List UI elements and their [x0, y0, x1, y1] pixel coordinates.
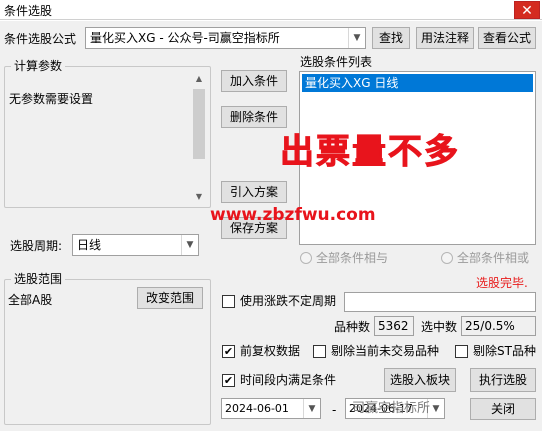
fq-label: 前复权数据 [240, 344, 301, 358]
range-group: 选股范围 全部A股 改变范围 [4, 272, 211, 425]
promo-headline: 出票量不多 [280, 132, 460, 173]
limit-period-label: 使用涨跌不定周期 [240, 294, 337, 308]
period-combobox[interactable]: 日线 ▼ [72, 234, 199, 256]
limit-period-checkbox[interactable] [222, 295, 235, 308]
formula-label: 条件选股公式 [4, 32, 77, 46]
params-legend: 计算参数 [11, 59, 66, 73]
exclude-untraded-label: 剔除当前未交易品种 [331, 344, 440, 358]
selected-value: 25/0.5% [465, 319, 515, 333]
range-value: 全部A股 [8, 293, 53, 307]
status-text: 选股完毕. [476, 276, 528, 290]
selected-label: 选中数 [421, 320, 458, 334]
scroll-up-icon[interactable]: ▲ [191, 71, 207, 87]
find-button[interactable]: 查找 [372, 27, 410, 49]
condition-list-title: 选股条件列表 [300, 55, 373, 69]
range-legend: 选股范围 [11, 272, 66, 286]
radio-or-label: 全部条件相或 [457, 251, 530, 265]
dialog-body: 条件选股公式 量化买入XG - 公众号-司赢空指标所 ▼ 查找 用法注释 查看公… [0, 21, 542, 431]
fq-checkbox[interactable]: ✔ [222, 345, 235, 358]
params-group: 计算参数 无参数需要设置 ▲ ▼ [4, 59, 211, 208]
promo-url: www.zbzfwu.com [210, 205, 376, 225]
time-range-checkbox[interactable]: ✔ [222, 374, 235, 387]
start-date-picker[interactable]: 2024-06-01 ▼ [221, 398, 321, 419]
radio-and-label: 全部条件相与 [316, 251, 389, 265]
calendar-dropdown-icon[interactable]: ▼ [303, 399, 320, 418]
date-separator: - [332, 403, 337, 417]
scroll-thumb[interactable] [193, 89, 205, 159]
watermark-text: 司赢空指标所 [352, 401, 431, 416]
exclude-st-label: 剔除ST品种 [473, 344, 536, 358]
run-selection-button[interactable]: 执行选股 [470, 368, 536, 392]
change-range-button[interactable]: 改变范围 [137, 287, 203, 309]
import-scheme-button[interactable]: 引入方案 [221, 181, 287, 203]
params-scrollbar[interactable]: ▲ ▼ [191, 71, 207, 205]
chevron-down-icon[interactable]: ▼ [181, 235, 198, 255]
list-item[interactable]: 量化买入XG 日线 [302, 74, 533, 92]
exclude-st-checkbox[interactable] [455, 345, 468, 358]
exclude-untraded-checkbox[interactable] [313, 345, 326, 358]
start-date-value: 2024-06-01 [225, 402, 289, 415]
varieties-value: 5362 [378, 319, 409, 333]
varieties-label: 品种数 [334, 320, 371, 334]
radio-or[interactable] [441, 252, 453, 264]
radio-and[interactable] [300, 252, 312, 264]
usage-notes-button[interactable]: 用法注释 [416, 27, 474, 49]
formula-value: 量化买入XG - 公众号-司赢空指标所 [90, 31, 280, 45]
varieties-box: 5362 [374, 316, 414, 336]
close-window-button[interactable]: ✕ [514, 1, 540, 19]
close-button[interactable]: 关闭 [470, 398, 536, 420]
add-condition-button[interactable]: 加入条件 [221, 70, 287, 92]
delete-condition-button[interactable]: 删除条件 [221, 106, 287, 128]
window-title: 条件选股 [4, 4, 53, 18]
to-block-button[interactable]: 选股入板块 [384, 368, 456, 392]
period-value: 日线 [77, 238, 102, 252]
limit-period-input[interactable] [344, 292, 536, 312]
chevron-down-icon[interactable]: ▼ [348, 28, 365, 48]
formula-combobox[interactable]: 量化买入XG - 公众号-司赢空指标所 ▼ [85, 27, 366, 49]
title-bar: 条件选股 ✕ [0, 0, 542, 20]
view-formula-button[interactable]: 查看公式 [478, 27, 536, 49]
time-range-label: 时间段内满足条件 [240, 373, 337, 387]
scroll-down-icon[interactable]: ▼ [191, 189, 207, 205]
selected-box: 25/0.5% [461, 316, 536, 336]
period-label: 选股周期: [10, 239, 63, 253]
params-text: 无参数需要设置 [9, 92, 94, 106]
